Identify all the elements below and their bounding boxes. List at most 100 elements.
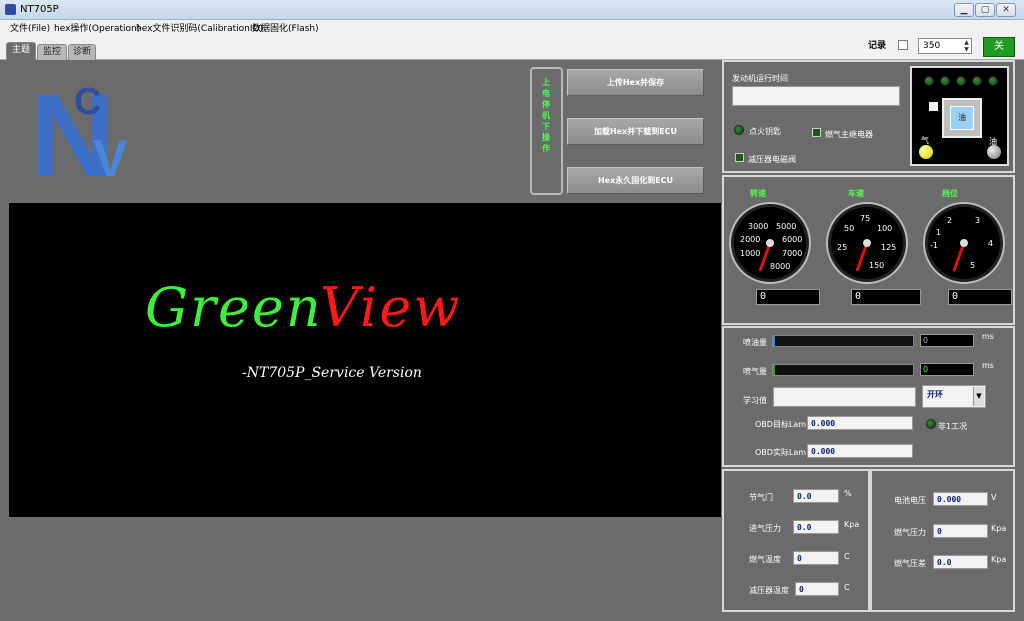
- speed-gauge: 75 50 100 25 125 150: [826, 202, 908, 284]
- battery-voltage-label: 电池电压: [894, 496, 926, 505]
- fuel-mode-checkbox[interactable]: [929, 102, 938, 111]
- obd-actual-field: 0.000: [807, 444, 913, 458]
- reducer-temp-field: 0: [795, 582, 839, 596]
- rpm-gauge-title: 转速: [750, 189, 766, 198]
- menu-file[interactable]: 文件(File): [10, 21, 50, 34]
- throttle-field: 0.0: [793, 489, 839, 503]
- gear-gauge: 2 3 1 4 -1 5: [923, 202, 1005, 284]
- fuel-switch-box: 油 气 油: [910, 66, 1009, 166]
- rpm-readout: 0: [756, 289, 820, 305]
- fuel-switch-button[interactable]: 油: [950, 106, 974, 130]
- reducer-temp-unit: C: [844, 583, 850, 592]
- window-title: NT705P: [20, 4, 59, 15]
- flash-hex-button[interactable]: Hex永久固化到ECU: [567, 167, 704, 194]
- inject-gas-value: 0: [920, 363, 974, 376]
- speed-tick-50: 50: [844, 224, 854, 233]
- loop-mode-value: 开环: [927, 390, 943, 399]
- upload-hex-button[interactable]: 上传Hex并保存: [567, 69, 704, 96]
- reducer-valve-label: 减压器电磁阀: [748, 155, 796, 164]
- throttle-label: 节气门: [749, 493, 773, 502]
- gas-pressure-label: 燃气压力: [894, 528, 926, 537]
- record-spinner[interactable]: ▲ ▼: [962, 39, 971, 53]
- loop-mode-select[interactable]: 开环 ▼: [922, 385, 986, 408]
- rpm-tick-5000: 5000: [776, 222, 796, 231]
- fuel-switch[interactable]: 油: [942, 98, 982, 138]
- reducer-valve-led: [735, 153, 744, 162]
- gas-pressure-field: 0: [933, 524, 988, 538]
- tab-monitor[interactable]: 监控: [37, 44, 67, 60]
- off-button[interactable]: 关: [983, 37, 1015, 57]
- gas-relay-led: [812, 128, 821, 137]
- speed-tick-125: 125: [881, 243, 896, 252]
- logo-letter-c: C: [74, 81, 101, 123]
- splash-title-green: Green: [145, 276, 323, 339]
- runtime-label: 发动机运行时间: [732, 74, 788, 83]
- tab-main[interactable]: 主题: [6, 42, 36, 61]
- menu-flash[interactable]: 数据固化(Flash): [252, 21, 319, 34]
- title-bar: NT705P ▁ ▢ ✕: [0, 0, 1024, 20]
- intake-pressure-label: 进气压力: [749, 524, 781, 533]
- gas-relay-label: 燃气主继电器: [825, 130, 873, 139]
- close-button[interactable]: ✕: [996, 3, 1016, 17]
- rpm-tick-2000: 2000: [740, 235, 760, 244]
- reducer-temp-label: 减压器温度: [749, 586, 789, 595]
- gear-tick-minus1: -1: [930, 241, 938, 250]
- menu-calibration-id[interactable]: hex文件识别码(CalibrationID): [136, 21, 263, 34]
- learn-value-field[interactable]: [773, 387, 916, 407]
- inject-oil-value: 0: [920, 334, 974, 347]
- menu-bar: 文件(File) hex操作(Operation) hex文件识别码(Calib…: [0, 20, 1024, 34]
- gas-pressure-diff-unit: Kpa: [991, 555, 1007, 564]
- inject-gas-bar: [772, 364, 914, 376]
- record-checkbox[interactable]: [898, 40, 908, 50]
- indicator-led-3: [956, 76, 966, 86]
- gear-tick-5: 5: [970, 261, 975, 270]
- gear-readout: 0: [948, 289, 1012, 305]
- power-off-ops-panel: 上电停机下操作: [530, 67, 563, 195]
- maximize-button[interactable]: ▢: [975, 3, 995, 17]
- minimize-button[interactable]: ▁: [954, 3, 974, 17]
- ignition-label: 点火钥匙: [749, 127, 781, 136]
- gas-temp-unit: C: [844, 552, 850, 561]
- indicator-led-4: [972, 76, 982, 86]
- battery-voltage-field: 0.000: [933, 492, 988, 506]
- rpm-tick-6000: 6000: [782, 235, 802, 244]
- gas-pressure-unit: Kpa: [991, 524, 1007, 533]
- condition-label: 非1工况: [938, 422, 968, 431]
- intake-pressure-field: 0.0: [793, 520, 839, 534]
- chevron-down-icon[interactable]: ▼: [973, 387, 984, 406]
- inject-gas-unit: ms: [982, 361, 994, 370]
- intake-pressure-unit: Kpa: [844, 520, 860, 529]
- gear-tick-1: 1: [936, 228, 941, 237]
- indicator-led-5: [988, 76, 998, 86]
- engine-status-panel: 发动机运行时间 点火钥匙 燃气主继电器 减压器电磁阀 油 气 油: [722, 60, 1015, 173]
- ncv-logo: N C V: [30, 80, 128, 180]
- speed-tick-150: 150: [869, 261, 884, 270]
- tab-diagnosis[interactable]: 诊断: [68, 44, 96, 60]
- gas-temp-label: 燃气温度: [749, 555, 781, 564]
- inject-oil-label: 喷油量: [743, 338, 767, 347]
- ignition-led: [734, 125, 744, 135]
- gear-tick-2: 2: [947, 216, 952, 225]
- inject-oil-bar: [772, 335, 914, 347]
- speed-tick-75: 75: [860, 214, 870, 223]
- oil-indicator-led: [987, 145, 1001, 159]
- obd-target-field: 0.000: [807, 416, 913, 430]
- load-hex-button[interactable]: 加载Hex并下载到ECU: [567, 118, 704, 145]
- sensors-right-panel: 电池电压 0.000 V 燃气压力 0 Kpa 燃气压差 0.0 Kpa: [870, 469, 1015, 612]
- splash-title-red: View: [320, 276, 462, 339]
- speed-readout: 0: [851, 289, 921, 305]
- gauges-panel: 转速 车速 档位 3000 5000 2000 6000 1000 7000 8…: [722, 175, 1015, 325]
- gas-temp-field: 0: [793, 551, 839, 565]
- rpm-tick-8000: 8000: [770, 262, 790, 271]
- rpm-gauge: 3000 5000 2000 6000 1000 7000 8000: [729, 202, 811, 284]
- speed-gauge-title: 车速: [848, 189, 864, 198]
- power-off-ops-label: 上电停机下操作: [542, 78, 550, 153]
- indicator-led-1: [924, 76, 934, 86]
- menu-operation[interactable]: hex操作(Operation): [54, 21, 140, 34]
- record-label: 记录: [868, 41, 887, 51]
- splash-subtitle: -NT705P_Service Version: [242, 365, 422, 381]
- rpm-tick-3000: 3000: [748, 222, 768, 231]
- gas-pressure-diff-field: 0.0: [933, 555, 988, 569]
- condition-led: [926, 419, 936, 429]
- speed-tick-25: 25: [837, 243, 847, 252]
